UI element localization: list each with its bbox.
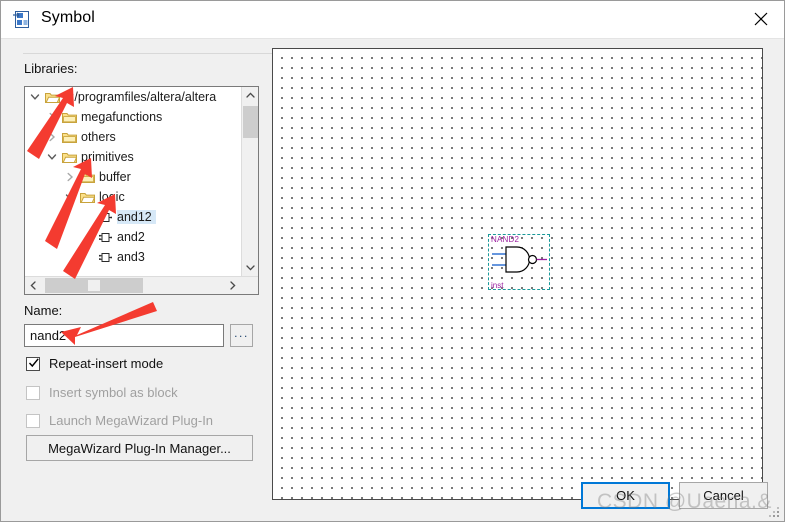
tree-item-root[interactable]: d:/programfiles/altera/altera — [25, 87, 241, 107]
tree-item-primitives[interactable]: primitives — [25, 147, 241, 167]
symbol-dialog: Symbol Libraries: d:/programfiles/altera… — [0, 0, 785, 522]
nand2-gate-graphic — [492, 246, 547, 273]
chevron-right-icon[interactable] — [62, 167, 78, 187]
chevron-right-icon[interactable] — [44, 107, 60, 127]
scroll-right-icon[interactable] — [224, 277, 241, 294]
tree-item-buffer[interactable]: buffer — [25, 167, 241, 187]
check-icon — [28, 357, 40, 372]
folder-icon — [60, 107, 78, 127]
checkbox-launch-megawizard: Launch MegaWizard Plug-In — [26, 413, 213, 428]
tree-item-label: others — [81, 130, 116, 144]
chevron-right-icon[interactable] — [44, 127, 60, 147]
resize-grip[interactable] — [768, 505, 780, 517]
tree-item-others[interactable]: others — [25, 127, 241, 147]
tree-item-label: and2 — [117, 230, 145, 244]
window-title: Symbol — [41, 9, 95, 26]
tree-horizontal-scrollbar[interactable] — [25, 276, 258, 294]
checkbox-box — [26, 385, 40, 400]
scroll-up-icon[interactable] — [242, 87, 259, 104]
symbol-icon — [96, 207, 114, 227]
title-bar: Symbol — [1, 1, 784, 39]
tree-item-label: buffer — [99, 170, 131, 184]
symbol-icon — [96, 227, 114, 247]
folder-open-icon — [43, 87, 61, 107]
browse-button-label: ... — [234, 326, 249, 340]
libraries-label: Libraries: — [24, 61, 78, 76]
symbol-file-icon — [12, 9, 33, 30]
name-label: Name: — [24, 303, 63, 318]
tree-item-label: logic — [99, 190, 125, 204]
close-icon[interactable] — [738, 1, 784, 37]
tree-item-label: megafunctions — [81, 110, 163, 124]
checkbox-insert-symbol-as-block: Insert symbol as block — [26, 385, 178, 400]
folder-open-icon — [78, 187, 96, 207]
browse-button[interactable]: ... — [230, 324, 253, 347]
symbol-preview-canvas[interactable]: NAND2 inst — [272, 48, 763, 500]
tree-item-label: primitives — [81, 150, 134, 164]
scrollbar-grip — [88, 280, 100, 291]
scrollbar-thumb-vertical[interactable] — [243, 106, 258, 138]
tree-item-and2[interactable]: and2 — [25, 227, 241, 247]
symbol-icon — [96, 247, 114, 267]
megawizard-plugin-manager-button[interactable]: MegaWizard Plug-In Manager... — [26, 435, 253, 461]
checkbox-box[interactable] — [26, 356, 40, 372]
tree-vertical-scrollbar[interactable] — [241, 87, 258, 294]
folder-icon — [60, 127, 78, 147]
folder-icon — [78, 167, 96, 187]
scroll-down-icon[interactable] — [242, 259, 259, 276]
scroll-left-icon[interactable] — [25, 277, 42, 294]
cancel-button[interactable]: Cancel — [679, 482, 768, 509]
checkbox-repeat-insert-mode[interactable]: Repeat-insert mode — [26, 356, 163, 371]
tree-items-container: d:/programfiles/altera/altera megafuncti… — [25, 87, 241, 270]
folder-open-icon — [60, 147, 78, 167]
tree-item-logic[interactable]: logic — [25, 187, 241, 207]
checkbox-label: Launch MegaWizard Plug-In — [49, 413, 214, 428]
chevron-down-icon[interactable] — [27, 87, 43, 107]
tree-item-and3[interactable]: and3 — [25, 247, 241, 267]
chevron-down-icon[interactable] — [62, 187, 78, 207]
libraries-tree[interactable]: d:/programfiles/altera/altera megafuncti… — [24, 86, 259, 295]
checkbox-label: Repeat-insert mode — [49, 356, 164, 371]
tree-item-label: and12 — [117, 210, 156, 224]
tree-item-label: and3 — [117, 250, 145, 264]
ok-button[interactable]: OK — [581, 482, 670, 509]
tree-item-label: d:/programfiles/altera/altera — [64, 90, 217, 104]
chevron-down-icon[interactable] — [44, 147, 60, 167]
tree-item-megafunctions[interactable]: megafunctions — [25, 107, 241, 127]
tree-item-and12[interactable]: and12 — [25, 207, 241, 227]
name-input[interactable] — [24, 324, 224, 347]
checkbox-box — [26, 413, 40, 428]
checkbox-label: Insert symbol as block — [49, 385, 178, 400]
scrollbar-thumb-horizontal[interactable] — [45, 278, 143, 293]
nand2-symbol[interactable]: NAND2 inst — [488, 234, 550, 290]
